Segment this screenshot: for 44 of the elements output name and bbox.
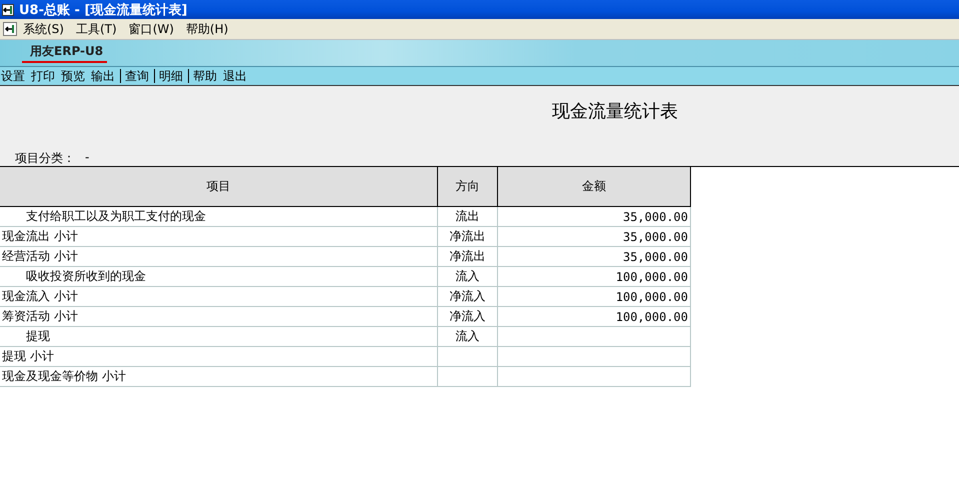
menu-item[interactable]: 工具(T) bbox=[76, 20, 117, 38]
table-cell: 净流入 bbox=[438, 306, 498, 326]
table-cell: 现金流出 小计 bbox=[0, 226, 438, 246]
toolbar-button[interactable]: 查询 bbox=[125, 68, 149, 84]
column-header[interactable]: 金额 bbox=[498, 167, 690, 206]
table-cell: 35,000.00 bbox=[498, 246, 690, 266]
table-cell: 35,000.00 bbox=[498, 226, 690, 246]
table-cell: 现金及现金等价物 小计 bbox=[0, 366, 438, 386]
logo: 用友ERP-U8 bbox=[22, 43, 108, 63]
table-cell: 35,000.00 bbox=[498, 206, 690, 226]
table-cell: 净流出 bbox=[438, 226, 498, 246]
column-header[interactable]: 方向 bbox=[438, 167, 498, 206]
toolbar-button[interactable]: 帮助 bbox=[193, 68, 217, 84]
table-cell: 净流出 bbox=[438, 246, 498, 266]
category-label: 项目分类： bbox=[15, 150, 75, 167]
table-cell: 经营活动 小计 bbox=[0, 246, 438, 266]
table-cell: 流出 bbox=[438, 206, 498, 226]
table-cell: 流入 bbox=[438, 266, 498, 286]
toolbar-button[interactable]: 打印 bbox=[31, 68, 55, 84]
table-cell: 吸收投资所收到的现金 bbox=[0, 266, 438, 286]
toolbar-button[interactable]: 输出 bbox=[91, 68, 115, 84]
menu-item[interactable]: 窗口(W) bbox=[128, 20, 174, 38]
table-cell: 100,000.00 bbox=[498, 266, 690, 286]
menu-item[interactable]: 帮助(H) bbox=[186, 20, 228, 38]
table-cell: 流入 bbox=[438, 326, 498, 346]
table-cell: 筹资活动 小计 bbox=[0, 306, 438, 326]
table-cell: 现金流入 小计 bbox=[0, 286, 438, 306]
toolbar-button[interactable]: 明细 bbox=[159, 68, 183, 84]
toolbar-button[interactable]: 预览 bbox=[61, 68, 85, 84]
table-cell: 支付给职工以及为职工支付的现金 bbox=[0, 206, 438, 226]
table-cell: 净流入 bbox=[438, 286, 498, 306]
document-icon[interactable] bbox=[3, 22, 17, 36]
toolbar-button[interactable]: 设置 bbox=[1, 68, 25, 84]
app-icon bbox=[2, 4, 14, 16]
window-title: U8-总账 - [现金流量统计表] bbox=[19, 2, 188, 18]
table-cell: 提现 bbox=[0, 326, 438, 346]
column-header[interactable]: 项目 bbox=[0, 167, 438, 206]
table-cell: 100,000.00 bbox=[498, 306, 690, 326]
category-value: - bbox=[85, 150, 90, 166]
menu-item[interactable]: 系统(S) bbox=[23, 20, 64, 38]
report-title: 现金流量统计表 bbox=[552, 100, 678, 123]
table-cell: 提现 小计 bbox=[0, 346, 438, 366]
toolbar-button[interactable]: 退出 bbox=[223, 68, 247, 84]
table-cell: 100,000.00 bbox=[498, 286, 690, 306]
